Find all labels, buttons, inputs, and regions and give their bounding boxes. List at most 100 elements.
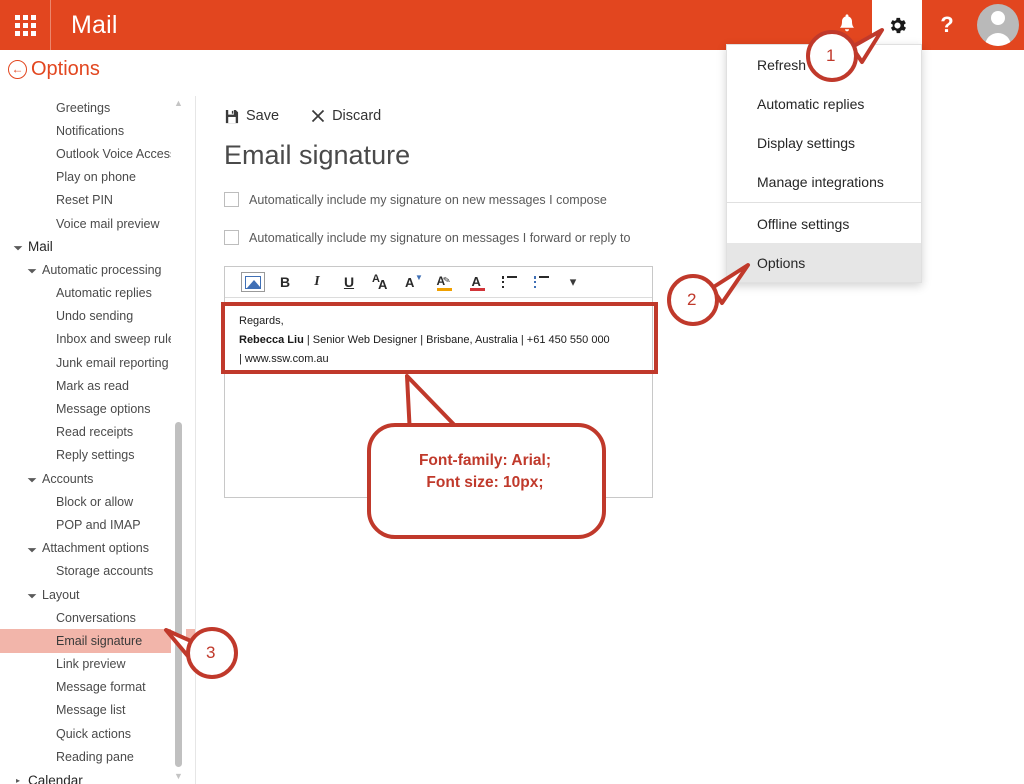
sidebar-item-reply-settings[interactable]: Reply settings (0, 444, 195, 467)
underline-button[interactable]: U (333, 268, 365, 296)
sidebar-item-undo-sending[interactable]: Undo sending (0, 305, 195, 328)
settings-dropdown-menu: RefreshAutomatic repliesDisplay settings… (726, 44, 922, 283)
auto-include-new-messages-row[interactable]: Automatically include my signature on ne… (224, 192, 607, 207)
sidebar-item-label: Storage accounts (56, 564, 153, 578)
sidebar-scrollbar[interactable]: ▲ ▼ (171, 96, 186, 784)
caret-down-icon[interactable] (16, 242, 26, 251)
annotation-callout: Font-family: Arial; Font size: 10px; (382, 450, 588, 494)
user-avatar-icon (977, 4, 1019, 46)
help-button[interactable]: ? (922, 0, 972, 50)
save-label: Save (246, 108, 279, 124)
save-button[interactable]: Save (224, 108, 279, 124)
settings-menu-list: RefreshAutomatic repliesDisplay settings… (727, 45, 921, 282)
sidebar-item-reading-pane[interactable]: Reading pane (0, 745, 195, 768)
sidebar-item-label: Quick actions (56, 727, 131, 741)
header-actions: ? (822, 0, 1024, 50)
sidebar-item-pop-and-imap[interactable]: POP and IMAP (0, 513, 195, 536)
sidebar-item-email-signature[interactable]: Email signature (0, 629, 195, 652)
sidebar-item-mark-as-read[interactable]: Mark as read (0, 374, 195, 397)
menu-item-display-settings[interactable]: Display settings (727, 123, 921, 162)
sidebar-item-message-format[interactable]: Message format (0, 676, 195, 699)
caret-down-icon[interactable] (30, 590, 40, 599)
auto-include-new-messages-checkbox[interactable] (224, 192, 239, 207)
menu-item-manage-integrations[interactable]: Manage integrations (727, 162, 921, 201)
sidebar-item-calendar[interactable]: Calendar (0, 768, 195, 784)
scroll-down-arrow-icon[interactable]: ▼ (173, 771, 184, 782)
top-header-bar: Mail ? (0, 0, 1024, 50)
sidebar-item-inbox-and-sweep-rules[interactable]: Inbox and sweep rules (0, 328, 195, 351)
numbered-list-icon (534, 276, 549, 288)
insert-picture-icon (245, 276, 261, 289)
sidebar-item-accounts[interactable]: Accounts (0, 467, 195, 490)
settings-gear-icon (887, 15, 908, 36)
callout-line-1: Font-family: Arial; (382, 450, 588, 472)
app-launcher-button[interactable] (0, 0, 50, 50)
signature-text[interactable]: Regards, Rebecca Liu | Senior Web Design… (225, 298, 652, 369)
settings-gear-button[interactable] (872, 0, 922, 50)
sidebar-item-message-options[interactable]: Message options (0, 397, 195, 420)
sidebar-item-reset-pin[interactable]: Reset PIN (0, 189, 195, 212)
auto-include-new-messages-label: Automatically include my signature on ne… (249, 193, 607, 207)
sidebar-item-play-on-phone[interactable]: Play on phone (0, 166, 195, 189)
notifications-button[interactable] (822, 0, 872, 50)
sidebar-item-read-receipts[interactable]: Read receipts (0, 421, 195, 444)
menu-item-automatic-replies[interactable]: Automatic replies (727, 84, 921, 123)
sidebar-item-mail[interactable]: Mail (0, 235, 195, 258)
sidebar-item-greetings[interactable]: Greetings (0, 96, 195, 119)
font-size-grow-button[interactable]: A A (365, 268, 397, 296)
more-commands-button[interactable]: ▾ (557, 268, 589, 296)
sidebar-item-label: Junk email reporting (56, 356, 169, 370)
sidebar-item-automatic-replies[interactable]: Automatic replies (0, 282, 195, 305)
sidebar-item-label: Block or allow (56, 495, 133, 509)
caret-down-icon[interactable] (30, 265, 40, 274)
sidebar-item-layout[interactable]: Layout (0, 583, 195, 606)
bulleted-list-button[interactable] (493, 268, 525, 296)
menu-item-refresh[interactable]: Refresh (727, 45, 921, 84)
numbered-list-button[interactable] (525, 268, 557, 296)
auto-include-reply-messages-row[interactable]: Automatically include my signature on me… (224, 230, 630, 245)
annotation-badge-2: 2 (687, 290, 696, 310)
sidebar-item-quick-actions[interactable]: Quick actions (0, 722, 195, 745)
highlight-color-button[interactable]: A ✎ (429, 268, 461, 296)
sidebar-item-label: Inbox and sweep rules (56, 332, 181, 346)
discard-button[interactable]: Discard (311, 108, 381, 124)
mail-options-page: Mail ? ← (0, 0, 1024, 784)
font-size-dropdown-button[interactable]: A ▼ (397, 268, 429, 296)
italic-icon: I (314, 274, 319, 290)
auto-include-reply-messages-checkbox[interactable] (224, 230, 239, 245)
menu-item-options[interactable]: Options (727, 243, 921, 282)
signature-line-1: Regards, (239, 312, 640, 331)
sidebar-item-label: Read receipts (56, 425, 133, 439)
sidebar-item-label: Reading pane (56, 750, 134, 764)
sidebar-item-label: Mail (28, 239, 53, 254)
sidebar-item-notifications[interactable]: Notifications (0, 119, 195, 142)
caret-down-icon[interactable] (30, 544, 40, 553)
back-to-options-link[interactable]: ← Options (8, 58, 100, 81)
bold-button[interactable]: B (269, 268, 301, 296)
sidebar-item-attachment-options[interactable]: Attachment options (0, 537, 195, 560)
sidebar-item-automatic-processing[interactable]: Automatic processing (0, 258, 195, 281)
sidebar-item-voice-mail-preview[interactable]: Voice mail preview (0, 212, 195, 235)
menu-item-offline-settings[interactable]: Offline settings (727, 204, 921, 243)
sidebar-item-conversations[interactable]: Conversations (0, 606, 195, 629)
sidebar-item-outlook-voice-access[interactable]: Outlook Voice Access (0, 142, 195, 165)
insert-picture-button[interactable] (237, 268, 269, 296)
sidebar-item-link-preview[interactable]: Link preview (0, 653, 195, 676)
app-title: Mail (51, 11, 118, 40)
scroll-up-arrow-icon[interactable]: ▲ (173, 98, 184, 109)
sidebar-item-label: Email signature (56, 634, 142, 648)
sidebar-item-message-list[interactable]: Message list (0, 699, 195, 722)
font-color-button[interactable]: A (461, 268, 493, 296)
user-avatar-button[interactable] (972, 0, 1024, 50)
app-launcher-grid-icon (15, 15, 36, 36)
menu-item-label: Options (757, 255, 805, 271)
sidebar-item-junk-email-reporting[interactable]: Junk email reporting (0, 351, 195, 374)
sidebar-item-storage-accounts[interactable]: Storage accounts (0, 560, 195, 583)
sidebar-item-label: Calendar (28, 773, 83, 784)
sidebar-item-label: Reset PIN (56, 193, 113, 207)
caret-right-icon[interactable] (16, 776, 26, 784)
sidebar-item-block-or-allow[interactable]: Block or allow (0, 490, 195, 513)
sidebar-scrollbar-thumb[interactable] (175, 422, 182, 767)
caret-down-icon[interactable] (30, 474, 40, 483)
italic-button[interactable]: I (301, 268, 333, 296)
